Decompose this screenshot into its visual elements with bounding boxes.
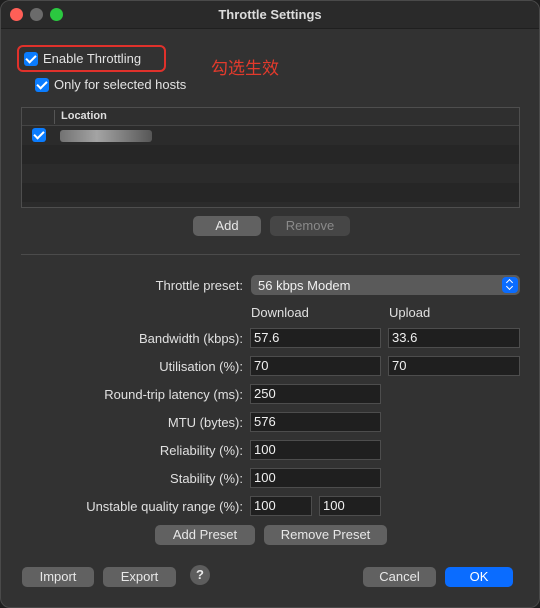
utilisation-download-input[interactable]: 70 (250, 356, 381, 376)
title-bar: Throttle Settings (1, 1, 539, 29)
table-row (22, 164, 519, 183)
enable-throttling-label: Enable Throttling (43, 51, 142, 66)
unstable-range-label: Unstable quality range (%): (86, 499, 243, 514)
add-preset-button[interactable]: Add Preset (155, 525, 255, 545)
redacted-location (60, 130, 152, 142)
unstable-range-min-input[interactable]: 100 (250, 496, 312, 516)
help-button[interactable]: ? (190, 565, 210, 585)
bandwidth-label: Bandwidth (kbps): (138, 331, 243, 346)
chevron-updown-icon (502, 277, 518, 293)
divider (21, 254, 520, 255)
remove-host-button[interactable]: Remove (270, 216, 350, 236)
column-header-location[interactable]: Location (61, 110, 107, 122)
only-selected-hosts-checkbox[interactable] (35, 78, 49, 92)
download-column-header: Download (251, 305, 309, 320)
table-row[interactable] (22, 126, 519, 145)
stability-label: Stability (%): (170, 471, 243, 486)
utilisation-label: Utilisation (%): (159, 359, 243, 374)
host-enabled-checkbox[interactable] (32, 128, 46, 142)
throttle-preset-value: 56 kbps Modem (258, 278, 351, 293)
only-selected-hosts-label: Only for selected hosts (54, 77, 187, 92)
utilisation-upload-input[interactable]: 70 (388, 356, 520, 376)
add-host-button[interactable]: Add (193, 216, 261, 236)
export-button[interactable]: Export (103, 567, 176, 587)
table-row (22, 145, 519, 164)
hosts-table[interactable]: Location (21, 107, 520, 208)
reliability-input[interactable]: 100 (250, 440, 381, 460)
cancel-button[interactable]: Cancel (363, 567, 436, 587)
import-button[interactable]: Import (22, 567, 94, 587)
throttle-preset-select[interactable]: 56 kbps Modem (251, 275, 520, 295)
mtu-input[interactable]: 576 (250, 412, 381, 432)
latency-label: Round-trip latency (ms): (104, 387, 243, 402)
window-title: Throttle Settings (218, 7, 322, 22)
mtu-label: MTU (bytes): (167, 415, 243, 430)
bandwidth-upload-input[interactable]: 33.6 (388, 328, 520, 348)
upload-column-header: Upload (389, 305, 431, 320)
latency-input[interactable]: 250 (250, 384, 381, 404)
enable-throttling-checkbox[interactable] (24, 52, 38, 66)
throttle-settings-window: Throttle Settings Enable Throttling 勾选生效… (0, 0, 540, 608)
unstable-range-max-input[interactable]: 100 (319, 496, 381, 516)
stability-input[interactable]: 100 (250, 468, 381, 488)
reliability-label: Reliability (%): (159, 443, 243, 458)
bandwidth-download-input[interactable]: 57.6 (250, 328, 381, 348)
table-header: Location (22, 108, 519, 126)
table-row (22, 183, 519, 202)
throttle-preset-label: Throttle preset: (155, 278, 243, 293)
ok-button[interactable]: OK (445, 567, 513, 587)
remove-preset-button[interactable]: Remove Preset (264, 525, 387, 545)
annotation-text: 勾选生效 (211, 59, 279, 78)
